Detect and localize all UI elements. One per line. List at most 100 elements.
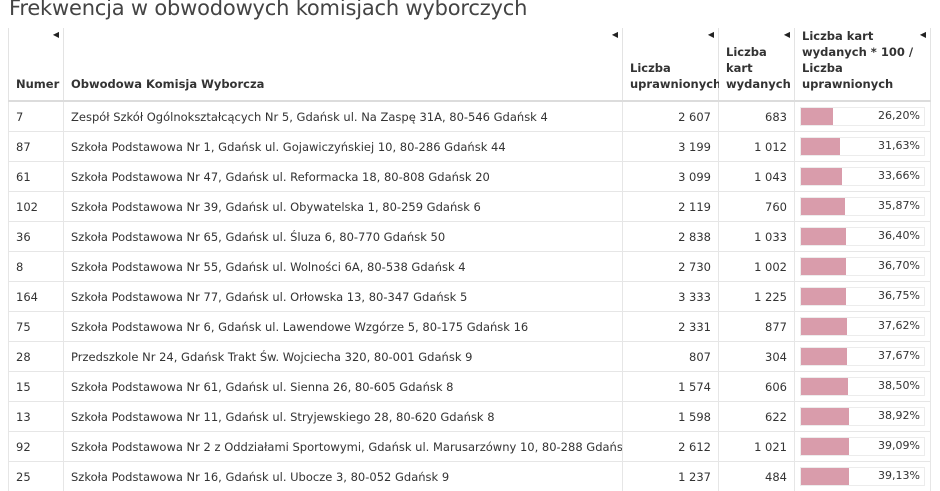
cell-numer: 8 <box>9 252 64 282</box>
cell-frekwencja: 37,67% <box>795 342 931 372</box>
turnout-value: 36,40% <box>878 229 920 242</box>
cell-uprawnionych: 2 838 <box>623 222 719 252</box>
cell-uprawnionych: 2 612 <box>623 432 719 462</box>
turnout-value: 37,62% <box>878 319 920 332</box>
cell-numer: 7 <box>9 101 64 132</box>
cell-frekwencja: 39,09% <box>795 432 931 462</box>
table-header-row: ◀ Numer ◀ Obwodowa Komisja Wyborcza ◀ Li… <box>9 28 931 101</box>
cell-komisja: Szkoła Podstawowa Nr 16, Gdańsk ul. Uboc… <box>64 462 623 491</box>
turnout-bar: 38,92% <box>800 407 925 426</box>
cell-komisja: Szkoła Podstawowa Nr 2 z Oddziałami Spor… <box>64 432 623 462</box>
turnout-bar-fill <box>801 348 847 365</box>
table-body: 7Zespół Szkół Ogólnokształcących Nr 5, G… <box>9 101 931 491</box>
cell-wydanych: 760 <box>719 192 795 222</box>
cell-numer: 61 <box>9 162 64 192</box>
turnout-value: 33,66% <box>878 169 920 182</box>
cell-numer: 164 <box>9 282 64 312</box>
turnout-bar: 31,63% <box>800 137 925 156</box>
column-header-label: Liczba kart wydanych * 100 / Liczba upra… <box>802 29 913 91</box>
table-row: 15Szkoła Podstawowa Nr 61, Gdańsk ul. Si… <box>9 372 931 402</box>
cell-frekwencja: 38,92% <box>795 402 931 432</box>
cell-komisja: Szkoła Podstawowa Nr 39, Gdańsk ul. Obyw… <box>64 192 623 222</box>
cell-uprawnionych: 3 099 <box>623 162 719 192</box>
column-header-wydanych[interactable]: ◀ Liczba kart wydanych <box>719 28 795 101</box>
column-header-label: Liczba kart wydanych <box>726 45 791 91</box>
column-header-uprawnionych[interactable]: ◀ Liczba uprawnionych <box>623 28 719 101</box>
cell-numer: 75 <box>9 312 64 342</box>
turnout-value: 39,13% <box>878 469 920 482</box>
results-table-container: ◀ Numer ◀ Obwodowa Komisja Wyborcza ◀ Li… <box>8 28 930 491</box>
turnout-bar: 37,67% <box>800 347 925 366</box>
cell-numer: 28 <box>9 342 64 372</box>
cell-wydanych: 622 <box>719 402 795 432</box>
cell-numer: 87 <box>9 132 64 162</box>
cell-numer: 92 <box>9 432 64 462</box>
cell-frekwencja: 36,75% <box>795 282 931 312</box>
cell-uprawnionych: 2 119 <box>623 192 719 222</box>
column-header-frekwencja[interactable]: ◀ Liczba kart wydanych * 100 / Liczba up… <box>795 28 931 101</box>
table-row: 87Szkoła Podstawowa Nr 1, Gdańsk ul. Goj… <box>9 132 931 162</box>
column-header-label: Liczba uprawnionych <box>630 61 721 91</box>
cell-numer: 25 <box>9 462 64 491</box>
cell-numer: 13 <box>9 402 64 432</box>
cell-numer: 36 <box>9 222 64 252</box>
turnout-value: 31,63% <box>878 139 920 152</box>
cell-komisja: Szkoła Podstawowa Nr 6, Gdańsk ul. Lawen… <box>64 312 623 342</box>
turnout-value: 36,70% <box>878 259 920 272</box>
cell-wydanych: 877 <box>719 312 795 342</box>
turnout-bar: 36,75% <box>800 287 925 306</box>
turnout-bar-fill <box>801 408 849 425</box>
table-row: 25Szkoła Podstawowa Nr 16, Gdańsk ul. Ub… <box>9 462 931 491</box>
turnout-bar: 33,66% <box>800 167 925 186</box>
cell-wydanych: 1 043 <box>719 162 795 192</box>
cell-komisja: Szkoła Podstawowa Nr 1, Gdańsk ul. Gojaw… <box>64 132 623 162</box>
cell-komisja: Przedszkole Nr 24, Gdańsk Trakt Św. Wojc… <box>64 342 623 372</box>
cell-frekwencja: 38,50% <box>795 372 931 402</box>
cell-uprawnionych: 3 199 <box>623 132 719 162</box>
turnout-bar: 36,70% <box>800 257 925 276</box>
cell-wydanych: 1 002 <box>719 252 795 282</box>
turnout-bar-fill <box>801 468 849 485</box>
cell-frekwencja: 36,70% <box>795 252 931 282</box>
cell-wydanych: 1 012 <box>719 132 795 162</box>
turnout-value: 35,87% <box>878 199 920 212</box>
table-row: 61Szkoła Podstawowa Nr 47, Gdańsk ul. Re… <box>9 162 931 192</box>
turnout-bar: 26,20% <box>800 107 925 126</box>
turnout-value: 26,20% <box>878 109 920 122</box>
sort-arrow-icon: ◀ <box>53 30 59 40</box>
cell-uprawnionych: 1 237 <box>623 462 719 491</box>
cell-komisja: Szkoła Podstawowa Nr 61, Gdańsk ul. Sien… <box>64 372 623 402</box>
column-header-numer[interactable]: ◀ Numer <box>9 28 64 101</box>
cell-numer: 102 <box>9 192 64 222</box>
cell-komisja: Szkoła Podstawowa Nr 47, Gdańsk ul. Refo… <box>64 162 623 192</box>
table-row: 8Szkoła Podstawowa Nr 55, Gdańsk ul. Wol… <box>9 252 931 282</box>
cell-wydanych: 1 021 <box>719 432 795 462</box>
turnout-bar: 35,87% <box>800 197 925 216</box>
cell-frekwencja: 37,62% <box>795 312 931 342</box>
cell-uprawnionych: 1 574 <box>623 372 719 402</box>
turnout-bar-fill <box>801 168 842 185</box>
table-row: 75Szkoła Podstawowa Nr 6, Gdańsk ul. Law… <box>9 312 931 342</box>
turnout-value: 38,50% <box>878 379 920 392</box>
cell-wydanych: 606 <box>719 372 795 402</box>
sort-arrow-icon: ◀ <box>784 30 790 40</box>
table-row: 92Szkoła Podstawowa Nr 2 z Oddziałami Sp… <box>9 432 931 462</box>
page-title: Frekwencja w obwodowych komisjach wyborc… <box>9 0 527 20</box>
cell-wydanych: 1 033 <box>719 222 795 252</box>
cell-komisja: Szkoła Podstawowa Nr 11, Gdańsk ul. Stry… <box>64 402 623 432</box>
cell-uprawnionych: 2 607 <box>623 101 719 132</box>
turnout-bar-fill <box>801 318 847 335</box>
cell-uprawnionych: 2 331 <box>623 312 719 342</box>
cell-wydanych: 304 <box>719 342 795 372</box>
turnout-bar-fill <box>801 138 840 155</box>
column-header-label: Obwodowa Komisja Wyborcza <box>71 77 264 91</box>
sort-arrow-icon: ◀ <box>920 30 926 40</box>
cell-frekwencja: 33,66% <box>795 162 931 192</box>
cell-frekwencja: 35,87% <box>795 192 931 222</box>
cell-frekwencja: 31,63% <box>795 132 931 162</box>
turnout-bar-fill <box>801 198 845 215</box>
cell-komisja: Zespół Szkół Ogólnokształcących Nr 5, Gd… <box>64 101 623 132</box>
turnout-value: 38,92% <box>878 409 920 422</box>
cell-wydanych: 1 225 <box>719 282 795 312</box>
column-header-komisja[interactable]: ◀ Obwodowa Komisja Wyborcza <box>64 28 623 101</box>
